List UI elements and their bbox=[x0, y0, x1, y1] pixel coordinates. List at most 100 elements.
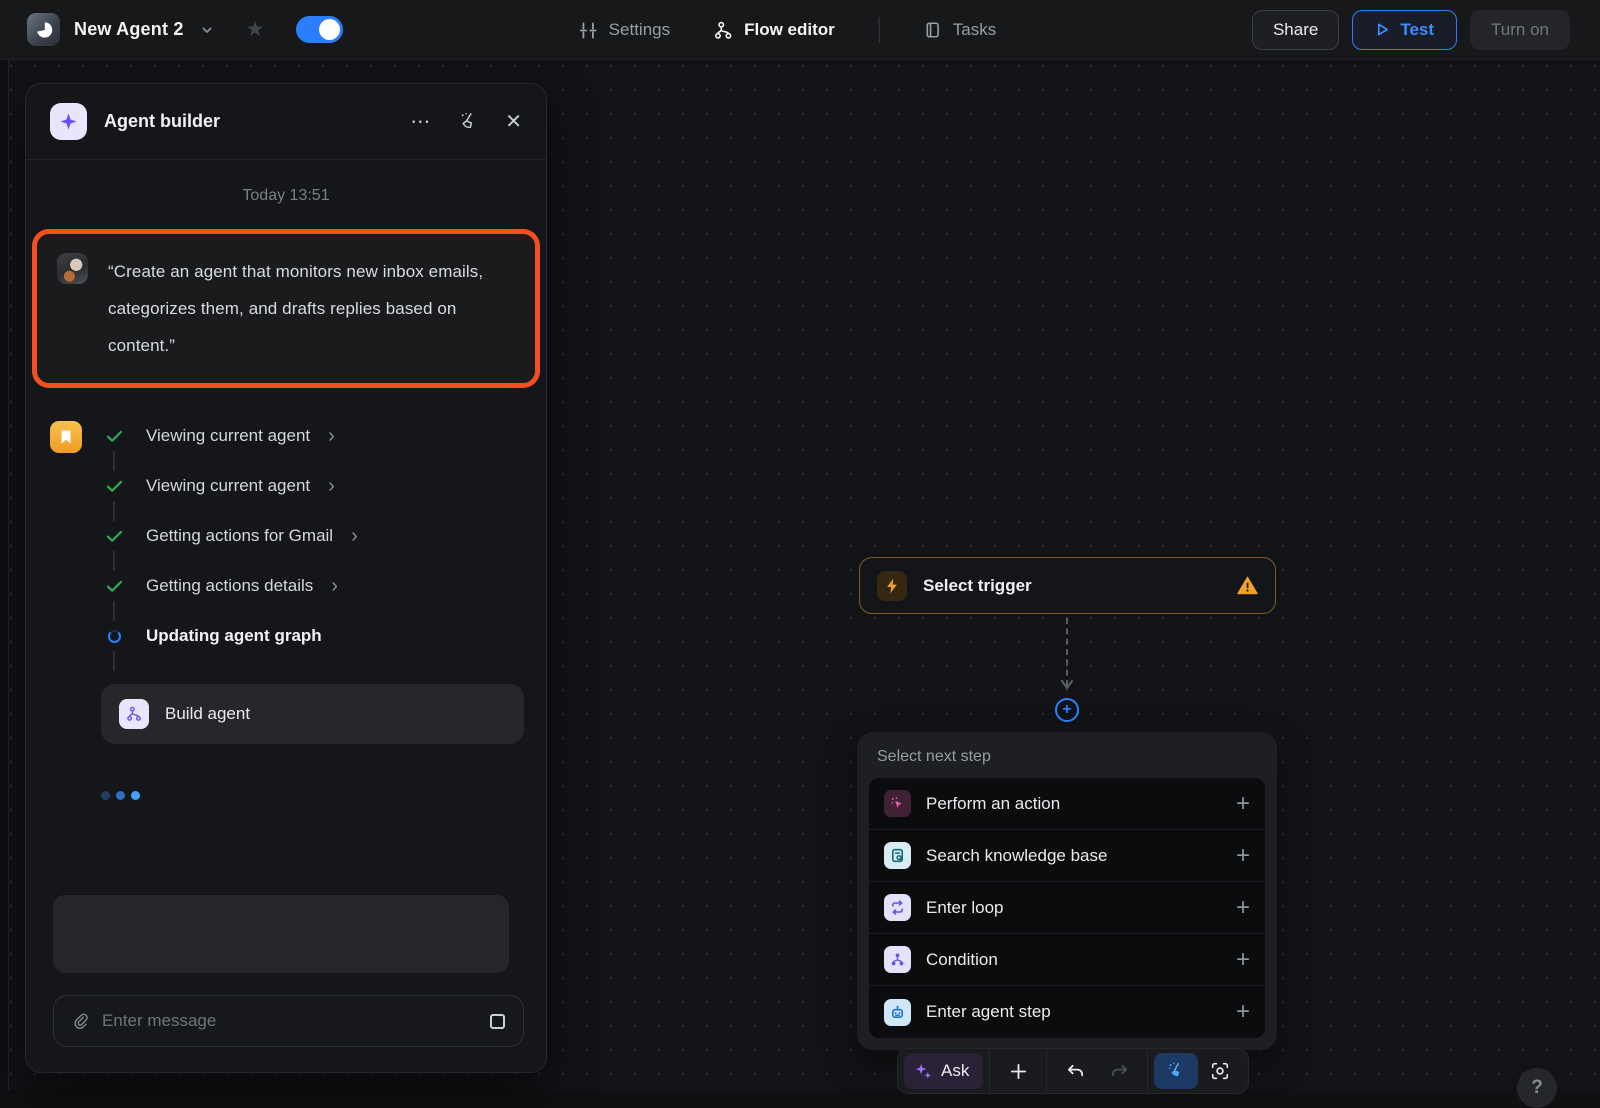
condition-icon bbox=[884, 946, 911, 973]
typing-indicator bbox=[101, 791, 546, 800]
bookmark-icon bbox=[50, 421, 82, 453]
action-icon bbox=[884, 790, 911, 817]
top-nav: Settings Flow editor Tasks bbox=[579, 0, 997, 60]
favorite-star-icon[interactable]: ★ bbox=[246, 17, 265, 42]
knowledge-icon bbox=[884, 842, 911, 869]
toggle-knob bbox=[319, 19, 340, 40]
user-message-highlighted: “Create an agent that monitors new inbox… bbox=[32, 229, 540, 388]
message-input[interactable] bbox=[102, 1011, 490, 1031]
next-step-item-perform-action[interactable]: Perform an action + bbox=[869, 778, 1265, 830]
check-icon bbox=[104, 430, 124, 443]
next-step-label: Condition bbox=[926, 950, 998, 970]
next-step-label: Perform an action bbox=[926, 794, 1060, 814]
trigger-label: Select trigger bbox=[923, 576, 1032, 596]
redo-icon bbox=[1109, 1062, 1130, 1081]
clear-chat-broom-icon[interactable] bbox=[457, 111, 478, 132]
canvas-toolbar: Ask bbox=[897, 1048, 1249, 1094]
chevron-right-icon[interactable]: › bbox=[328, 476, 335, 496]
step-getting-actions-gmail[interactable]: Getting actions for Gmail › bbox=[104, 521, 358, 551]
flow-icon bbox=[714, 21, 733, 40]
step-updating-agent-graph: Updating agent graph bbox=[104, 621, 358, 651]
chevron-right-icon[interactable]: › bbox=[331, 576, 338, 596]
step-getting-actions-details[interactable]: Getting actions details › bbox=[104, 571, 358, 601]
next-step-label: Enter agent step bbox=[926, 1002, 1051, 1022]
agent-robot-icon bbox=[884, 999, 911, 1026]
select-next-step-menu: Select next step Perform an action + bbox=[857, 732, 1277, 1050]
warning-icon bbox=[1237, 576, 1258, 595]
add-icon[interactable]: + bbox=[1236, 844, 1250, 868]
turn-on-button[interactable]: Turn on bbox=[1470, 10, 1570, 50]
tab-flow-editor[interactable]: Flow editor bbox=[714, 20, 835, 40]
loop-icon bbox=[884, 894, 911, 921]
test-button[interactable]: Test bbox=[1352, 10, 1457, 50]
chevron-right-icon[interactable]: › bbox=[351, 526, 358, 546]
ask-button[interactable]: Ask bbox=[904, 1053, 983, 1089]
step-viewing-current-agent-1[interactable]: Viewing current agent › bbox=[104, 421, 358, 451]
agent-builder-panel: Agent builder ⋯ ✕ Today 13:51 “Create an… bbox=[25, 83, 547, 1073]
top-bar: New Agent 2 ★ Settings bbox=[0, 0, 1600, 60]
build-flow-icon bbox=[119, 699, 149, 729]
agent-brand: New Agent 2 ★ bbox=[0, 13, 343, 46]
redo-button[interactable] bbox=[1097, 1053, 1141, 1089]
agent-progress-steps: Viewing current agent › Viewing current … bbox=[26, 421, 546, 671]
nav-divider bbox=[879, 17, 880, 43]
step-label: Getting actions details bbox=[146, 576, 313, 596]
tab-settings[interactable]: Settings bbox=[579, 20, 670, 40]
draft-placeholder-card bbox=[53, 895, 509, 973]
next-step-item-enter-loop[interactable]: Enter loop + bbox=[869, 882, 1265, 934]
next-step-item-search-knowledge-base[interactable]: Search knowledge base + bbox=[869, 830, 1265, 882]
panel-header: Agent builder ⋯ ✕ bbox=[26, 84, 546, 160]
add-node-button[interactable] bbox=[996, 1053, 1040, 1089]
user-message-text: “Create an agent that monitors new inbox… bbox=[108, 253, 515, 364]
chevron-right-icon[interactable]: › bbox=[328, 426, 335, 446]
more-options-icon[interactable]: ⋯ bbox=[410, 109, 430, 134]
step-connector bbox=[113, 451, 115, 471]
check-icon bbox=[104, 530, 124, 543]
loading-spinner-icon bbox=[104, 630, 124, 643]
add-icon[interactable]: + bbox=[1236, 948, 1250, 972]
fit-view-button[interactable] bbox=[1198, 1053, 1242, 1089]
step-connector bbox=[113, 551, 115, 571]
next-step-list: Perform an action + Search knowledge bas… bbox=[869, 778, 1265, 1038]
tab-tasks[interactable]: Tasks bbox=[924, 20, 996, 40]
focus-icon bbox=[1210, 1061, 1230, 1081]
share-button[interactable]: Share bbox=[1252, 10, 1339, 50]
sparkle-icon bbox=[50, 103, 87, 140]
check-icon bbox=[104, 480, 124, 493]
cleanup-broom-button[interactable] bbox=[1154, 1053, 1198, 1089]
add-step-plus-node[interactable]: + bbox=[1055, 698, 1079, 722]
broom-icon bbox=[1166, 1061, 1186, 1081]
stop-icon[interactable] bbox=[490, 1014, 505, 1029]
step-connector bbox=[113, 651, 115, 671]
next-step-item-condition[interactable]: Condition + bbox=[869, 934, 1265, 986]
play-icon bbox=[1375, 22, 1390, 37]
tab-flow-editor-label: Flow editor bbox=[744, 20, 835, 40]
lightning-icon bbox=[877, 571, 907, 601]
add-icon[interactable]: + bbox=[1236, 1000, 1250, 1024]
chat-timestamp: Today 13:51 bbox=[26, 187, 546, 205]
agent-title[interactable]: New Agent 2 bbox=[74, 19, 184, 40]
next-step-menu-title: Select next step bbox=[869, 744, 1265, 778]
topbar-actions: Share Test Turn on bbox=[1252, 10, 1600, 50]
add-icon[interactable]: + bbox=[1236, 792, 1250, 816]
undo-button[interactable] bbox=[1053, 1053, 1097, 1089]
edge-arrowhead-icon bbox=[1059, 678, 1075, 696]
attachment-paperclip-icon[interactable] bbox=[72, 1012, 89, 1030]
add-icon[interactable]: + bbox=[1236, 896, 1250, 920]
step-label: Getting actions for Gmail bbox=[146, 526, 333, 546]
chevron-down-icon[interactable] bbox=[200, 23, 214, 37]
app-logo-icon[interactable] bbox=[27, 13, 60, 46]
check-icon bbox=[104, 580, 124, 593]
next-step-item-enter-agent-step[interactable]: Enter agent step + bbox=[869, 986, 1265, 1038]
build-agent-card[interactable]: Build agent bbox=[101, 684, 524, 744]
agent-enabled-toggle[interactable] bbox=[296, 16, 343, 43]
sparkles-icon bbox=[914, 1062, 933, 1081]
plus-icon bbox=[1009, 1062, 1028, 1081]
step-viewing-current-agent-2[interactable]: Viewing current agent › bbox=[104, 471, 358, 501]
close-icon[interactable]: ✕ bbox=[505, 109, 522, 134]
tab-settings-label: Settings bbox=[609, 20, 670, 40]
help-button[interactable]: ? bbox=[1517, 1068, 1557, 1108]
select-trigger-node[interactable]: Select trigger bbox=[859, 557, 1276, 614]
panel-title: Agent builder bbox=[104, 111, 220, 132]
step-connector bbox=[113, 501, 115, 521]
